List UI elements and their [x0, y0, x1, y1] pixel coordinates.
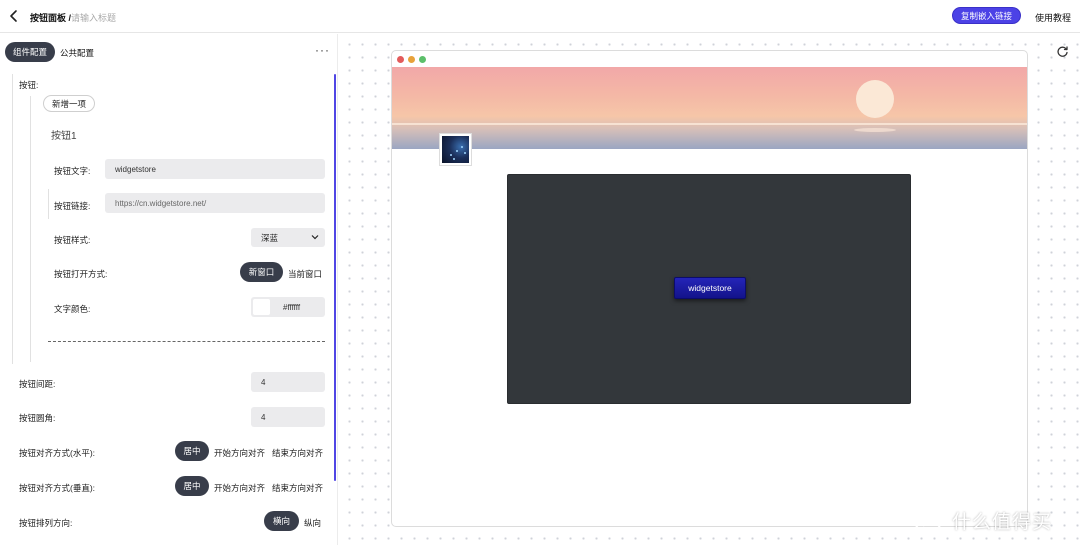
- spacing-input[interactable]: 4: [251, 372, 325, 392]
- widgetstore-button[interactable]: widgetstore: [674, 277, 746, 299]
- sunset-banner-image: [392, 67, 1027, 149]
- radius-input[interactable]: 4: [251, 407, 325, 427]
- open-new-window-option[interactable]: 新窗口: [240, 262, 283, 282]
- button-preview-panel: widgetstore: [507, 174, 911, 404]
- align-h-end-option[interactable]: 结束方向对齐: [272, 447, 323, 459]
- add-item-button[interactable]: 新增一项: [43, 95, 95, 112]
- direction-vertical-option[interactable]: 纵向: [304, 517, 321, 529]
- align-h-center-option[interactable]: 居中: [175, 441, 209, 461]
- button-style-value: 深蓝: [261, 232, 279, 243]
- align-v-center-option[interactable]: 居中: [175, 476, 209, 496]
- align-v-start-option[interactable]: 开始方向对齐: [214, 482, 265, 494]
- item-divider: [30, 96, 31, 362]
- item-title: 按钮1: [51, 131, 77, 142]
- window-close-dot: [397, 56, 404, 63]
- dashed-divider: [48, 341, 325, 342]
- scrollbar[interactable]: [334, 74, 336, 481]
- smzdm-logo: 值: [914, 506, 942, 534]
- chevron-down-icon: [311, 235, 319, 240]
- page-title: 按钮面板 /: [30, 13, 72, 23]
- align-v-end-option[interactable]: 结束方向对齐: [272, 482, 323, 494]
- direction-label: 按钮排列方向:: [19, 518, 73, 528]
- refresh-icon[interactable]: [1056, 45, 1069, 58]
- button-link-input[interactable]: https://cn.widgetstore.net/: [105, 193, 325, 213]
- button-text-input[interactable]: widgetstore: [105, 159, 325, 179]
- color-swatch[interactable]: [253, 299, 270, 315]
- open-current-window-option[interactable]: 当前窗口: [288, 268, 322, 280]
- avatar-image: [442, 136, 469, 163]
- color-value: #ffffff: [283, 303, 301, 312]
- section-divider: [12, 74, 13, 364]
- title-input[interactable]: 请输入标题: [71, 11, 116, 24]
- sun-reflection: [854, 128, 896, 132]
- tutorial-link[interactable]: 使用教程: [1035, 11, 1071, 24]
- direction-horizontal-option[interactable]: 横向: [264, 511, 299, 531]
- align-vertical-label: 按钮对齐方式(垂直):: [19, 483, 96, 493]
- tab-component-config[interactable]: 组件配置: [5, 42, 55, 62]
- text-color-picker[interactable]: #ffffff: [251, 297, 325, 317]
- open-mode-label: 按钮打开方式:: [54, 269, 108, 279]
- text-color-label: 文字颜色:: [54, 304, 91, 314]
- spacing-label: 按钮间距:: [19, 379, 56, 389]
- align-h-start-option[interactable]: 开始方向对齐: [214, 447, 265, 459]
- button-link-label: 按钮链接:: [54, 201, 91, 211]
- back-arrow-icon[interactable]: [8, 9, 20, 23]
- copy-embed-link-button[interactable]: 复制嵌入链接: [952, 7, 1021, 24]
- radius-label: 按钮圆角:: [19, 413, 56, 423]
- button-style-select[interactable]: 深蓝: [251, 228, 325, 247]
- window-minimize-dot: [408, 56, 415, 63]
- preview-window: widgetstore: [391, 50, 1028, 527]
- sun-shape: [856, 80, 894, 118]
- tab-common-config[interactable]: 公共配置: [60, 47, 94, 59]
- buttons-label: 按钮:: [19, 80, 39, 90]
- avatar: [439, 133, 472, 166]
- window-maximize-dot: [419, 56, 426, 63]
- watermark: 值 什么值得买: [913, 505, 1078, 535]
- align-horizontal-label: 按钮对齐方式(水平):: [19, 448, 96, 458]
- top-bar: 按钮面板 / 请输入标题 复制嵌入链接 使用教程: [0, 0, 1080, 33]
- watermark-text: 什么值得买: [952, 511, 1053, 533]
- svg-text:值: 值: [921, 513, 935, 529]
- button-text-label: 按钮文字:: [54, 166, 91, 176]
- field-divider: [48, 189, 49, 219]
- horizon-line: [392, 123, 1027, 125]
- ellipsis-icon[interactable]: ···: [315, 44, 330, 56]
- button-style-label: 按钮样式:: [54, 235, 91, 245]
